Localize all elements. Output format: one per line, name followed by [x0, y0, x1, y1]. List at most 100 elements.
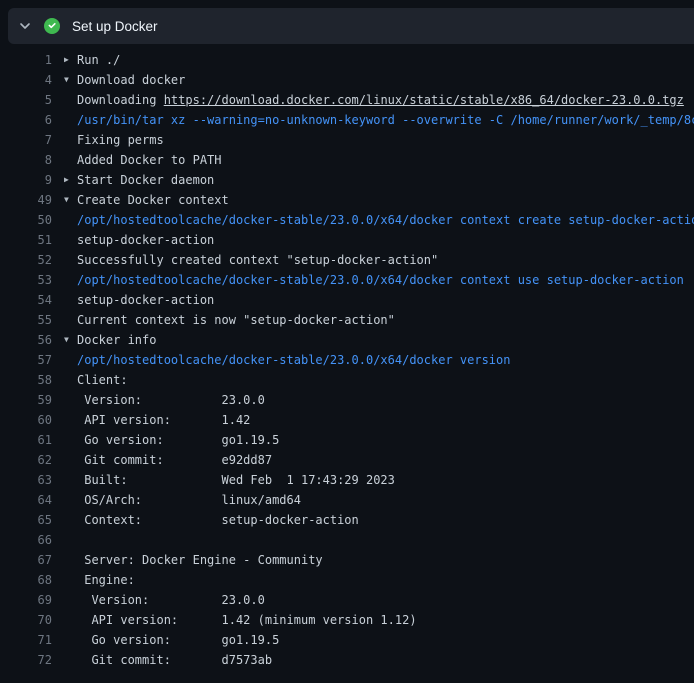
- log-line: 72 Git commit: d7573ab: [0, 650, 694, 670]
- log-url-link[interactable]: https://download.docker.com/linux/static…: [164, 93, 684, 107]
- log-line: 67 Server: Docker Engine - Community: [0, 550, 694, 570]
- log-line-number[interactable]: 8: [0, 150, 52, 170]
- log-line: 54 setup-docker-action: [0, 290, 694, 310]
- log-line-number[interactable]: 66: [0, 530, 52, 550]
- log-line-number[interactable]: 63: [0, 470, 52, 490]
- log-line-number[interactable]: 65: [0, 510, 52, 530]
- log-text: Git commit: d7573ab: [77, 650, 694, 670]
- log-line-number[interactable]: 57: [0, 350, 52, 370]
- log-text: OS/Arch: linux/amd64: [77, 490, 694, 510]
- log-line: 1 ▶Run ./: [0, 50, 694, 70]
- log-line: 68 Engine:: [0, 570, 694, 590]
- chevron-down-icon[interactable]: [18, 20, 32, 32]
- log-line-number[interactable]: 61: [0, 430, 52, 450]
- log-line: 55 Current context is now "setup-docker-a…: [0, 310, 694, 330]
- group-title: Run ./: [77, 50, 694, 70]
- log-text: Context: setup-docker-action: [77, 510, 694, 530]
- log-line-number[interactable]: 5: [0, 90, 52, 110]
- log-text: Go version: go1.19.5: [77, 430, 694, 450]
- log-text: Server: Docker Engine - Community: [77, 550, 694, 570]
- log-container: 1▶Run ./4▼Download docker5Downloading ht…: [0, 50, 694, 670]
- log-line-number[interactable]: 72: [0, 650, 52, 670]
- log-line: 50/opt/hostedtoolcache/docker-stable/23.…: [0, 210, 694, 230]
- log-text: Version: 23.0.0: [77, 590, 694, 610]
- log-text: API version: 1.42 (minimum version 1.12): [77, 610, 694, 630]
- log-line: 8 Added Docker to PATH: [0, 150, 694, 170]
- step-header[interactable]: Set up Docker: [8, 8, 694, 44]
- log-line-number[interactable]: 59: [0, 390, 52, 410]
- log-line-number[interactable]: 50: [0, 210, 52, 230]
- log-line: 57/opt/hostedtoolcache/docker-stable/23.…: [0, 350, 694, 370]
- log-line-number[interactable]: 62: [0, 450, 52, 470]
- group-title: Download docker: [77, 70, 694, 90]
- actions-log-page: Set up Docker 1▶Run ./4▼Download docker5…: [0, 8, 694, 683]
- log-line-number[interactable]: 55: [0, 310, 52, 330]
- triangle-right-icon[interactable]: ▶: [64, 170, 77, 190]
- log-text: setup-docker-action: [77, 230, 694, 250]
- group-title: Docker info: [77, 330, 694, 350]
- log-text: Added Docker to PATH: [77, 150, 694, 170]
- log-line: 4 ▼Download docker: [0, 70, 694, 90]
- log-text: /opt/hostedtoolcache/docker-stable/23.0.…: [77, 210, 694, 230]
- group-title: Start Docker daemon: [77, 170, 694, 190]
- log-line-number[interactable]: 7: [0, 130, 52, 150]
- log-line-number[interactable]: 1: [0, 50, 52, 70]
- log-line: 61 Go version: go1.19.5: [0, 430, 694, 450]
- log-line: 51 setup-docker-action: [0, 230, 694, 250]
- log-line-number[interactable]: 9: [0, 170, 52, 190]
- log-line: 65 Context: setup-docker-action: [0, 510, 694, 530]
- log-line-number[interactable]: 69: [0, 590, 52, 610]
- log-text: Version: 23.0.0: [77, 390, 694, 410]
- step-title: Set up Docker: [72, 19, 158, 34]
- log-line-number[interactable]: 53: [0, 270, 52, 290]
- log-line-number[interactable]: 68: [0, 570, 52, 590]
- log-line-number[interactable]: 60: [0, 410, 52, 430]
- log-line: 52 Successfully created context "setup-do…: [0, 250, 694, 270]
- log-line: 63 Built: Wed Feb 1 17:43:29 2023: [0, 470, 694, 490]
- log-line-number[interactable]: 52: [0, 250, 52, 270]
- log-text: setup-docker-action: [77, 290, 694, 310]
- log-line: 66: [0, 530, 694, 550]
- log-text: Git commit: e92dd87: [77, 450, 694, 470]
- log-text: /opt/hostedtoolcache/docker-stable/23.0.…: [77, 270, 694, 290]
- log-line-number[interactable]: 58: [0, 370, 52, 390]
- log-line: 62 Git commit: e92dd87: [0, 450, 694, 470]
- log-line: 7 Fixing perms: [0, 130, 694, 150]
- log-text: Successfully created context "setup-dock…: [77, 250, 694, 270]
- log-text: Downloading https://download.docker.com/…: [77, 90, 694, 110]
- log-line-number[interactable]: 56: [0, 330, 52, 350]
- log-line: 69 Version: 23.0.0: [0, 590, 694, 610]
- log-text: /opt/hostedtoolcache/docker-stable/23.0.…: [77, 350, 694, 370]
- log-text: Fixing perms: [77, 130, 694, 150]
- log-line: 70 API version: 1.42 (minimum version 1.…: [0, 610, 694, 630]
- log-line: 71 Go version: go1.19.5: [0, 630, 694, 650]
- log-text: Engine:: [77, 570, 694, 590]
- log-line-number[interactable]: 6: [0, 110, 52, 130]
- log-text: Client:: [77, 370, 694, 390]
- log-line: 5 Downloading https://download.docker.com…: [0, 90, 694, 110]
- log-line: 56 ▼Docker info: [0, 330, 694, 350]
- log-line-number[interactable]: 49: [0, 190, 52, 210]
- group-title: Create Docker context: [77, 190, 694, 210]
- log-line: 59 Version: 23.0.0: [0, 390, 694, 410]
- triangle-down-icon[interactable]: ▼: [64, 190, 77, 210]
- log-line-number[interactable]: 71: [0, 630, 52, 650]
- log-text: Current context is now "setup-docker-act…: [77, 310, 694, 330]
- log-line: 49 ▼Create Docker context: [0, 190, 694, 210]
- log-line-number[interactable]: 51: [0, 230, 52, 250]
- log-line-number[interactable]: 54: [0, 290, 52, 310]
- log-line: 58 Client:: [0, 370, 694, 390]
- log-text: API version: 1.42: [77, 410, 694, 430]
- log-line-number[interactable]: 67: [0, 550, 52, 570]
- log-line: 64 OS/Arch: linux/amd64: [0, 490, 694, 510]
- check-circle-icon: [44, 18, 60, 34]
- log-line: 9 ▶Start Docker daemon: [0, 170, 694, 190]
- triangle-down-icon[interactable]: ▼: [64, 330, 77, 350]
- log-line-number[interactable]: 64: [0, 490, 52, 510]
- log-line-number[interactable]: 70: [0, 610, 52, 630]
- log-line-number[interactable]: 4: [0, 70, 52, 90]
- triangle-right-icon[interactable]: ▶: [64, 50, 77, 70]
- log-text: Built: Wed Feb 1 17:43:29 2023: [77, 470, 694, 490]
- log-line: 53/opt/hostedtoolcache/docker-stable/23.…: [0, 270, 694, 290]
- triangle-down-icon[interactable]: ▼: [64, 70, 77, 90]
